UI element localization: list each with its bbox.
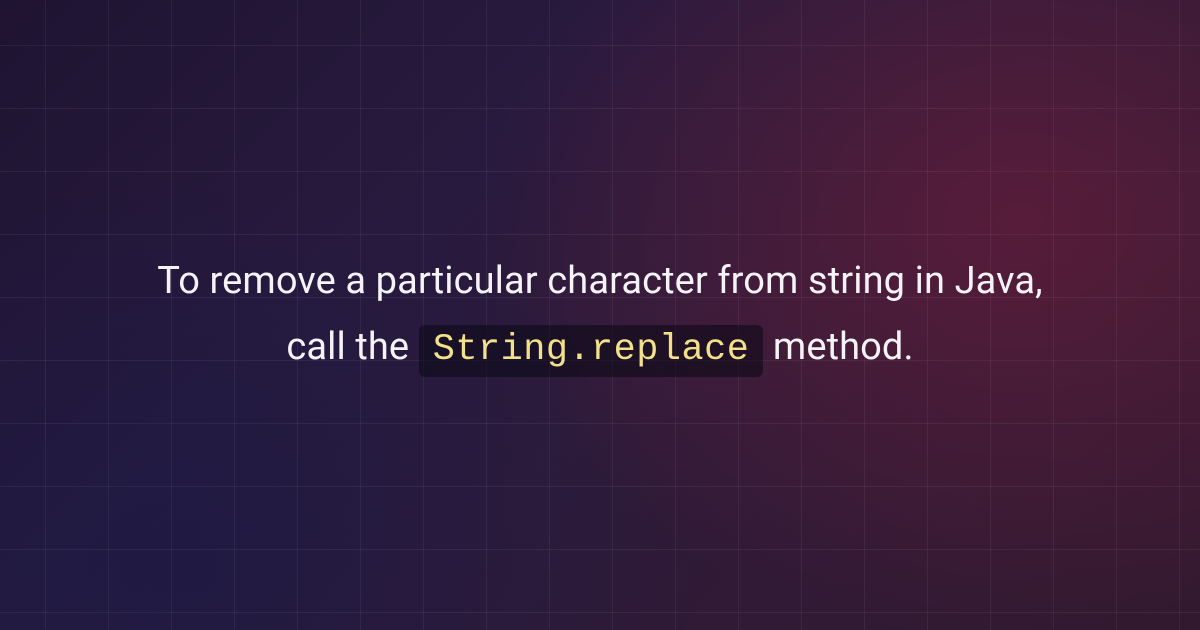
- hero-card: To remove a particular character from st…: [0, 0, 1200, 630]
- code-snippet: String.replace: [419, 325, 764, 377]
- description-text: To remove a particular character from st…: [90, 248, 1110, 383]
- text-after-code: method.: [773, 325, 914, 369]
